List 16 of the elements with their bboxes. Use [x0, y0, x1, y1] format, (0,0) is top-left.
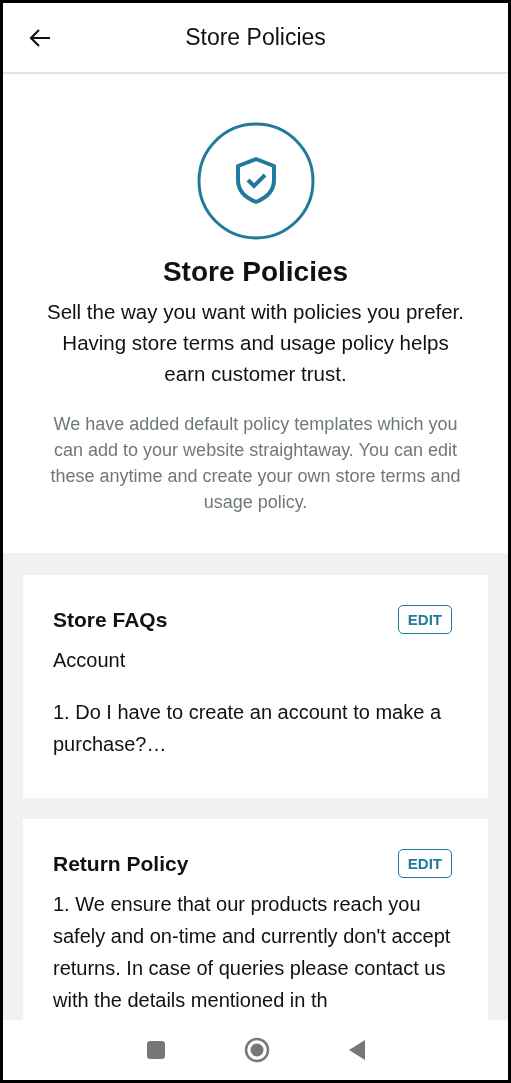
hero-note: We have added default policy templates which you can add to your website straightaway. You can edit these anytime and create your own store terms and usage policy.	[49, 413, 462, 514]
policy-text: 1. Do I have to create an account to make a purchase?…	[53, 700, 442, 757]
home-icon[interactable]	[243, 1037, 270, 1063]
recents-icon[interactable]	[145, 1040, 166, 1060]
policy-text: Account	[53, 648, 127, 673]
policy-title: Return Policy	[53, 851, 189, 876]
policy-title: Store FAQs	[53, 607, 168, 632]
back-arrow-icon	[29, 27, 51, 48]
edit-button[interactable]: EDIT	[397, 605, 452, 634]
policy-text: 1. We ensure that our products reach you safely and on-time and currently don't accept returns. In case of queries please contact us with the details mentioned in th	[53, 892, 452, 1013]
screen-title: Store Policies	[185, 24, 326, 51]
back-icon[interactable]	[347, 1039, 366, 1061]
hero-description: Sell the way you want with policies you prefer. Having store terms and usage policy helps earn customer trust.	[45, 299, 465, 387]
hero-heading: Store Policies	[162, 256, 349, 288]
shield-check-icon	[196, 122, 315, 240]
edit-button[interactable]: EDIT	[397, 849, 452, 878]
